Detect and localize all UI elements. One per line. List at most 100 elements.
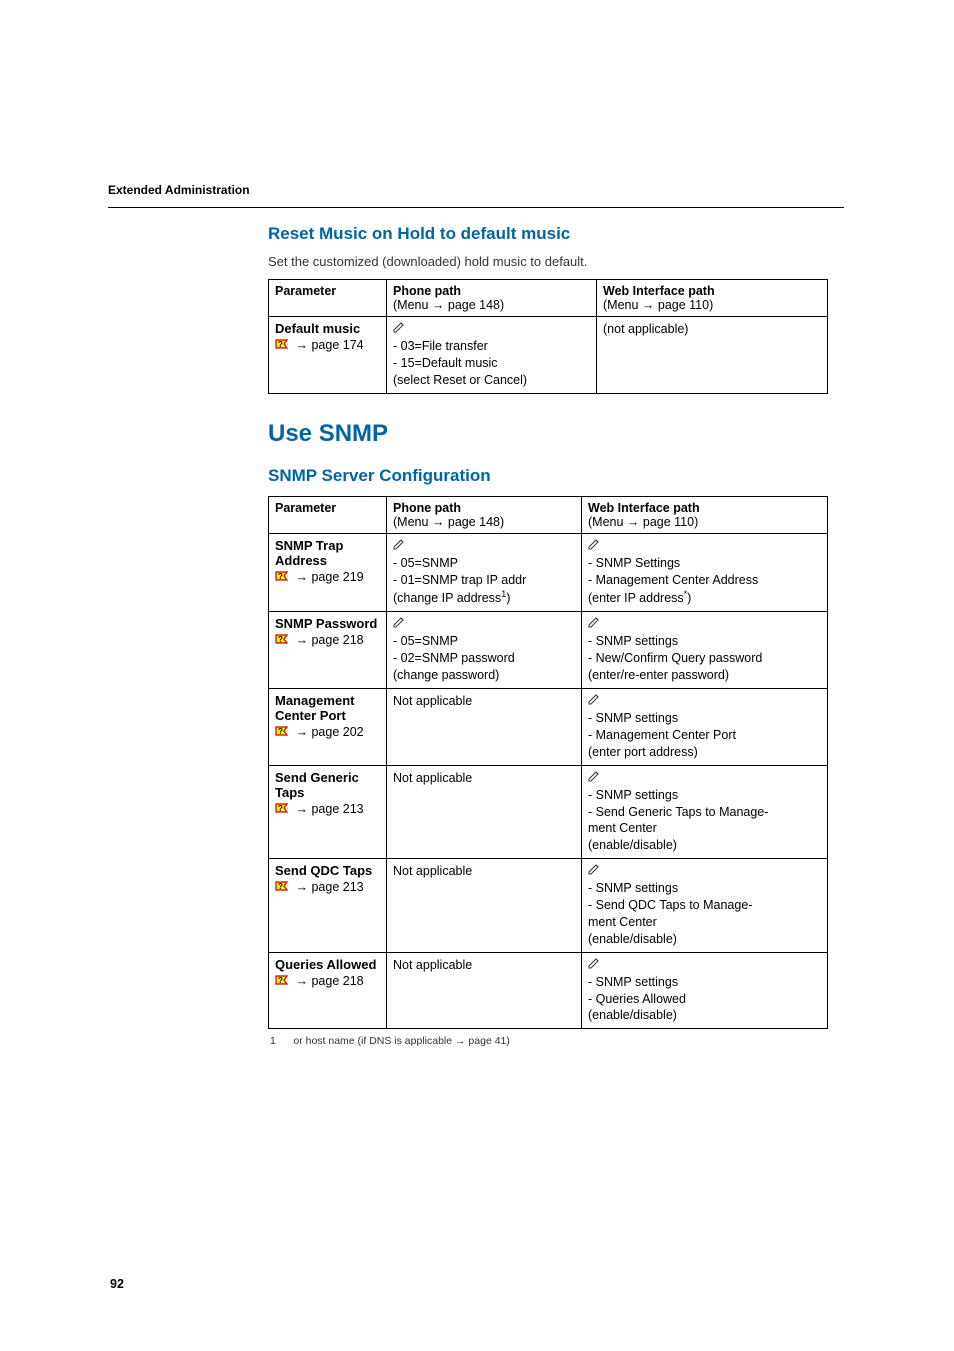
phone-path-label: Phone path [393, 284, 461, 298]
svg-text:?: ? [278, 804, 283, 813]
table-row: ManagementCenter Port? → page 202Not app… [269, 689, 828, 766]
web-line: (enter port address) [588, 744, 821, 761]
footnote: 1 or host name (if DNS is applicable → p… [270, 1035, 828, 1047]
info-flag-icon: ? [275, 881, 290, 892]
svg-text:?: ? [278, 340, 283, 349]
phone-cell: - 03=File transfer - 15=Default music (s… [387, 317, 597, 394]
param-cell: Queries Allowed? → page 218 [269, 952, 387, 1029]
param-page-ref: ? → page 202 [275, 725, 380, 739]
table-row: Default music ? → page 174 - 03=File tra… [269, 317, 828, 394]
phone-line: - 01=SNMP trap IP addr [393, 572, 575, 589]
web-path-label: Web Interface path [603, 284, 715, 298]
pencil-icon [588, 957, 600, 969]
pencil-icon [588, 538, 600, 550]
web-line: - SNMP Settings [588, 555, 821, 572]
web-line: - SNMP settings [588, 974, 821, 991]
col-parameter: Parameter [269, 280, 387, 317]
param-page-ref: ? → page 219 [275, 570, 380, 584]
pencil-icon [588, 770, 600, 782]
col-phone-path: Phone path (Menu → page 148) [387, 496, 582, 533]
web-path-menu: (Menu → page 110) [603, 298, 713, 312]
pencil-icon [393, 616, 405, 628]
web-line: - SNMP settings [588, 787, 821, 804]
pencil-icon [588, 693, 600, 705]
web-cell: (not applicable) [597, 317, 828, 394]
page-ref-text: → page 202 [295, 725, 363, 739]
param-page-ref: ? → page 218 [275, 974, 380, 988]
page-ref-text: → page 218 [295, 974, 363, 988]
param-page-ref: ? → page 174 [275, 338, 380, 352]
table-row: Send GenericTaps? → page 213Not applicab… [269, 765, 828, 859]
param-name: SNMP Trap [275, 538, 380, 553]
phone-cell: Not applicable [387, 952, 582, 1029]
param-cell: SNMP Password? → page 218 [269, 612, 387, 689]
param-name-line2: Taps [275, 785, 380, 800]
web-line: - Management Center Port [588, 727, 821, 744]
web-line: - SNMP settings [588, 880, 821, 897]
svg-text:?: ? [278, 635, 283, 644]
info-flag-icon: ? [275, 339, 290, 350]
param-cell: ManagementCenter Port? → page 202 [269, 689, 387, 766]
svg-text:?: ? [278, 882, 283, 891]
info-flag-icon: ? [275, 634, 290, 645]
col-web-path: Web Interface path (Menu → page 110) [597, 280, 828, 317]
svg-text:?: ? [278, 976, 283, 985]
param-name: Queries Allowed [275, 957, 380, 972]
page: Extended Administration Reset Music on H… [0, 0, 954, 1351]
phone-line: - 05=SNMP [393, 633, 575, 650]
table-row: Send QDC Taps? → page 213 Not applicable-… [269, 859, 828, 953]
pencil-icon [588, 863, 600, 875]
param-cell: SNMP TrapAddress ? → page 219 [269, 533, 387, 612]
section2-subtitle: SNMP Server Configuration [268, 466, 828, 486]
param-page-ref: ? → page 213 [275, 802, 380, 816]
page-ref-text: → page 213 [295, 802, 363, 816]
page-ref-text: → page 218 [295, 633, 363, 647]
table-row: Queries Allowed? → page 218Not applicabl… [269, 952, 828, 1029]
table-row: SNMP Password? → page 218- 05=SNMP- 02=S… [269, 612, 828, 689]
header-rule [108, 207, 844, 208]
phone-cell: Not applicable [387, 689, 582, 766]
web-line: (not applicable) [603, 321, 821, 338]
param-name: SNMP Password [275, 616, 380, 631]
info-flag-icon: ? [275, 726, 290, 737]
phone-cell: - 05=SNMP- 01=SNMP trap IP addr(change I… [387, 533, 582, 612]
param-name-line2: Address [275, 553, 380, 568]
web-cell: - SNMP settings- Queries Allowed(enable/… [582, 952, 828, 1029]
param-cell: Send GenericTaps? → page 213 [269, 765, 387, 859]
section1-table: Parameter Phone path (Menu → page 148) W… [268, 279, 828, 394]
phone-cell: Not applicable [387, 859, 582, 953]
web-line: (enable/disable) [588, 931, 821, 948]
footnote-number: 1 [270, 1035, 276, 1047]
phone-line: - 05=SNMP [393, 555, 575, 572]
phone-line: - 15=Default music [393, 355, 590, 372]
section1-title: Reset Music on Hold to default music [268, 224, 828, 244]
phone-line: Not applicable [393, 957, 575, 974]
phone-path-menu: (Menu → page 148) [393, 298, 504, 312]
running-head: Extended Administration [108, 183, 844, 197]
svg-text:?: ? [278, 727, 283, 736]
param-name: Send Generic [275, 770, 380, 785]
param-name: Default music [275, 321, 380, 336]
web-line: - Send QDC Taps to Manage- [588, 897, 821, 914]
web-path-label: Web Interface path [588, 501, 700, 515]
pencil-icon [393, 321, 405, 333]
param-cell: Send QDC Taps? → page 213 [269, 859, 387, 953]
phone-path-label: Phone path [393, 501, 461, 515]
content-column: Reset Music on Hold to default music Set… [268, 224, 828, 1047]
section1-intro: Set the customized (downloaded) hold mus… [268, 254, 828, 269]
param-name: Send QDC Taps [275, 863, 380, 878]
param-cell: Default music ? → page 174 [269, 317, 387, 394]
footnote-text: or host name (if DNS is applicable → pag… [293, 1035, 510, 1047]
phone-line: Not applicable [393, 770, 575, 787]
web-line: - New/Confirm Query password [588, 650, 821, 667]
web-cell: - SNMP settings- Management Center Port(… [582, 689, 828, 766]
page-number: 92 [110, 1277, 124, 1291]
web-line: (enter/re-enter password) [588, 667, 821, 684]
web-line: - Send Generic Taps to Manage- [588, 804, 821, 821]
pencil-icon [393, 538, 405, 550]
col-phone-path: Phone path (Menu → page 148) [387, 280, 597, 317]
web-line: (enable/disable) [588, 837, 821, 854]
param-name-line2: Center Port [275, 708, 380, 723]
phone-line: Not applicable [393, 863, 575, 880]
web-line: ment Center [588, 914, 821, 931]
